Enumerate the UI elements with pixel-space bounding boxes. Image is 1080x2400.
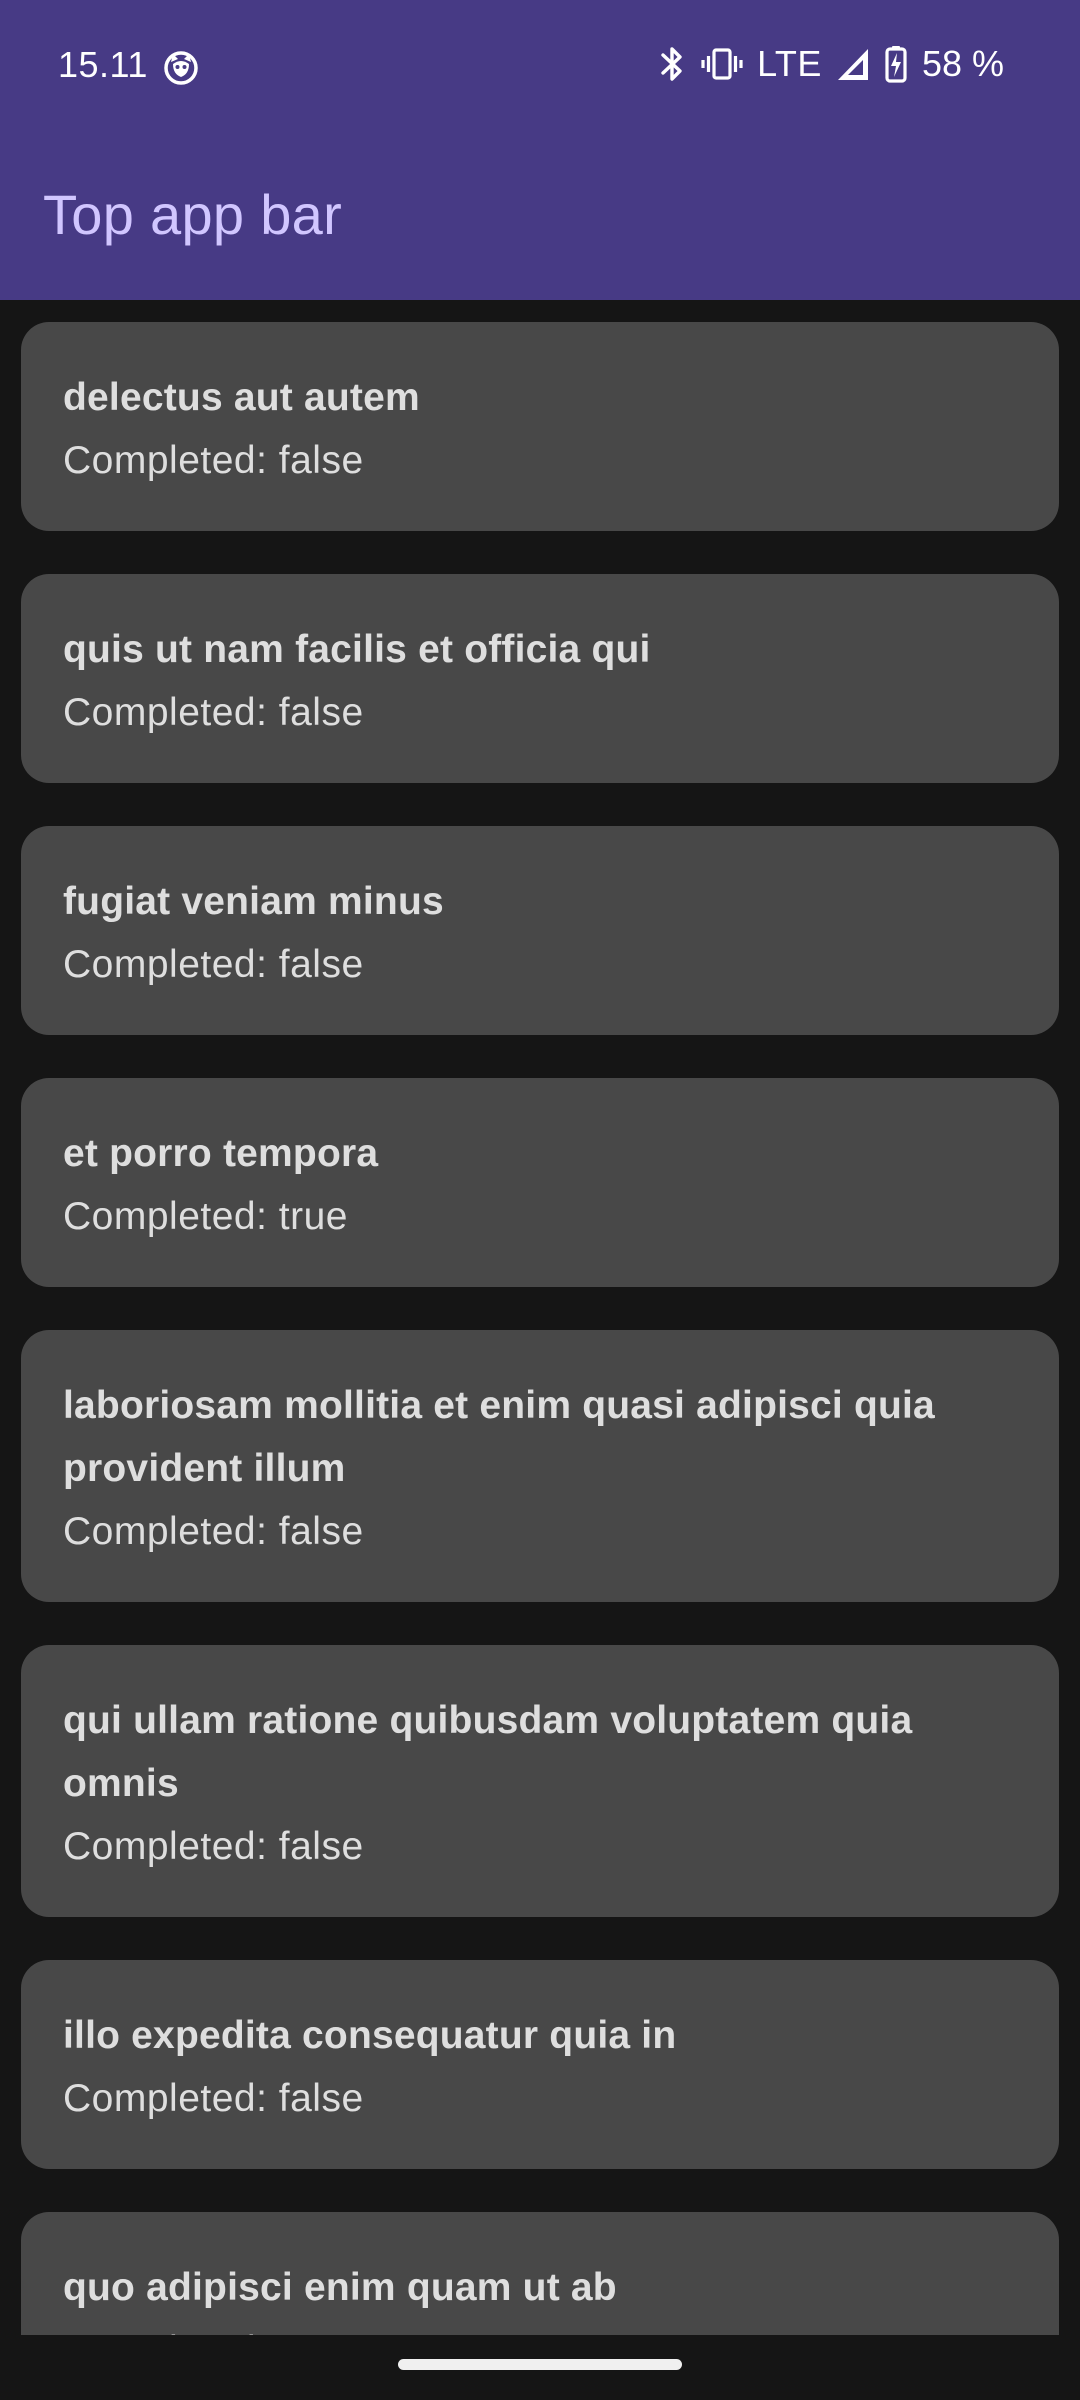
todo-card[interactable]: quis ut nam facilis et officia qui Compl… [21, 574, 1059, 783]
todo-card[interactable]: quo adipisci enim quam ut ab Completed: … [21, 2212, 1059, 2335]
status-indicators: LTE 58 % [657, 40, 1004, 88]
signal-icon [837, 49, 868, 80]
top-app-bar: Top app bar [0, 130, 1080, 300]
todo-card[interactable]: et porro tempora Completed: true [21, 1078, 1059, 1287]
todo-status: Completed: false [63, 2077, 364, 2120]
todo-status: Completed: false [63, 943, 364, 986]
todo-status: Completed: false [63, 1510, 364, 1553]
todo-card[interactable]: illo expedita consequatur quia in Comple… [21, 1960, 1059, 2169]
todo-status: Completed: false [63, 691, 364, 734]
todo-title: et porro tempora [63, 1132, 379, 1175]
todo-status: Completed: false [63, 1825, 364, 1868]
todo-status: Completed: false [63, 439, 364, 482]
todo-status: Completed: true [63, 1195, 348, 1238]
todo-card[interactable]: laboriosam mollitia et enim quasi adipis… [21, 1330, 1059, 1602]
network-type: LTE [757, 43, 822, 84]
battery-percentage: 58 % [921, 43, 1004, 84]
status-time: 15.11 [58, 44, 148, 85]
todo-card[interactable]: fugiat veniam minus Completed: false [21, 826, 1059, 1035]
battery-charging-icon [885, 46, 907, 83]
todo-title: quo adipisci enim quam ut ab [63, 2266, 617, 2309]
vibrate-icon [701, 48, 743, 80]
todo-title: laboriosam mollitia et enim quasi adipis… [63, 1384, 935, 1490]
todo-card[interactable]: delectus aut autem Completed: false [21, 322, 1059, 531]
navigation-bar [0, 2335, 1080, 2400]
todo-title: fugiat veniam minus [63, 880, 444, 923]
cat-face-icon [164, 51, 198, 85]
bluetooth-icon [661, 47, 682, 81]
todo-list-viewport[interactable]: delectus aut autem Completed: false quis… [0, 300, 1080, 2335]
todo-title: quis ut nam facilis et officia qui [63, 628, 651, 671]
app-bar-title: Top app bar [43, 183, 343, 246]
status-bar: 15.11 LTE 58 % [0, 0, 1080, 130]
todo-title: illo expedita consequatur quia in [63, 2014, 677, 2057]
todo-title: delectus aut autem [63, 376, 420, 419]
todo-card[interactable]: qui ullam ratione quibusdam voluptatem q… [21, 1645, 1059, 1917]
todo-status: Completed: true [63, 2319, 1017, 2335]
todo-title: qui ullam ratione quibusdam voluptatem q… [63, 1699, 913, 1805]
gesture-handle[interactable] [398, 2359, 682, 2370]
